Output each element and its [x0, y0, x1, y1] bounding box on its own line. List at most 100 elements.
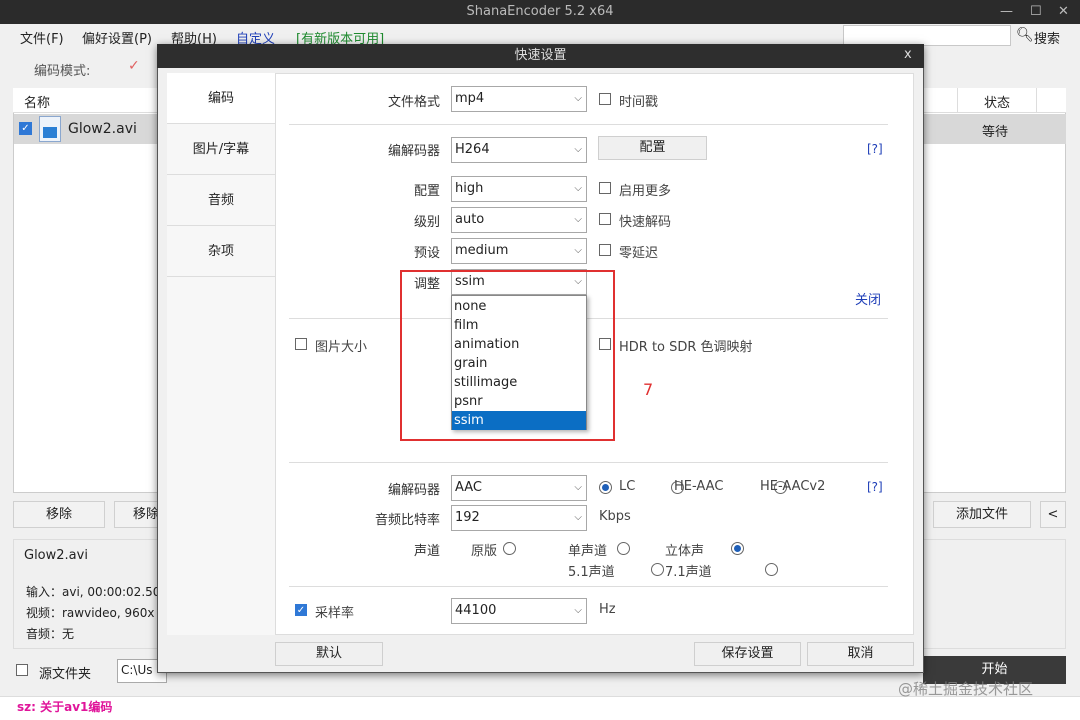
- preset-select[interactable]: medium ⌵: [451, 238, 587, 264]
- enable-more-checkbox[interactable]: [599, 182, 611, 194]
- menu-preferences[interactable]: 偏好设置(P): [82, 28, 152, 47]
- tab-picture-subtitle[interactable]: 图片/字幕: [167, 124, 275, 175]
- tab-encode[interactable]: 编码: [167, 73, 275, 124]
- ch71-radio[interactable]: [764, 563, 778, 576]
- watermark: @稀土掘金技术社区: [898, 680, 1034, 698]
- lc-radio[interactable]: [599, 481, 612, 494]
- timestamp-label: 时间戳: [619, 95, 659, 110]
- source-folder-checkbox[interactable]: [16, 664, 28, 676]
- video-config-button[interactable]: 配置: [598, 136, 707, 160]
- column-divider: [957, 88, 958, 113]
- divider: [289, 462, 888, 463]
- annotation-number: 7: [643, 380, 654, 399]
- fast-decode-label: 快速解码: [619, 215, 672, 230]
- samplerate-select[interactable]: 44100 ⌵: [451, 598, 587, 624]
- chevron-down-icon: ⌵: [574, 144, 582, 155]
- picture-size-label: 图片大小: [315, 340, 368, 355]
- default-button[interactable]: 默认: [275, 642, 383, 666]
- chevron-down-icon: ⌵: [574, 214, 582, 225]
- close-link[interactable]: 关闭: [855, 289, 881, 308]
- dialog-title: 快速设置: [157, 44, 924, 68]
- level-label: 级别: [413, 215, 440, 230]
- original-label: 原版: [471, 544, 498, 559]
- stereo-label: 立体声: [665, 544, 705, 559]
- column-divider: [1036, 88, 1037, 113]
- level-select[interactable]: auto ⌵: [451, 207, 587, 233]
- remove-all-button[interactable]: 移除: [114, 501, 162, 528]
- preset-label: 预设: [413, 246, 440, 261]
- search-icon[interactable]: 🔍︎: [1016, 27, 1034, 43]
- close-icon[interactable]: ✕: [1058, 0, 1069, 24]
- mono-radio[interactable]: [616, 542, 630, 555]
- enable-more-label: 启用更多: [619, 184, 672, 199]
- hdr-label: HDR to SDR 色调映射: [619, 340, 753, 355]
- picture-size-checkbox[interactable]: [295, 338, 307, 350]
- row-checkbox[interactable]: ✓: [19, 122, 32, 135]
- chevron-down-icon: ⌵: [574, 482, 582, 493]
- info-filename: Glow2.avi: [24, 548, 88, 563]
- remove-button[interactable]: 移除: [13, 501, 105, 528]
- row-status: 等待: [982, 125, 1009, 140]
- he-aacv2-label: HE-AACv2: [760, 479, 826, 494]
- video-codec-value: H264: [455, 142, 490, 157]
- check-icon[interactable]: ✓: [128, 58, 140, 74]
- chevron-down-icon: ⌵: [574, 183, 582, 194]
- divider: [289, 124, 888, 125]
- info-input: 输入：avi, 00:00:02.50: [26, 585, 161, 599]
- chevron-down-icon: ⌵: [574, 512, 582, 523]
- ch71-label: 7.1声道: [665, 565, 712, 580]
- tab-audio[interactable]: 音频: [167, 175, 275, 226]
- status-bar: [0, 696, 1080, 720]
- audio-codec-value: AAC: [455, 480, 482, 495]
- search-input[interactable]: [843, 25, 1011, 46]
- zero-latency-checkbox[interactable]: [599, 244, 611, 256]
- minimize-icon[interactable]: —: [1000, 0, 1013, 24]
- bitrate-unit: Kbps: [599, 509, 631, 524]
- audio-help-link[interactable]: [?]: [867, 480, 883, 494]
- status-text: sz: 关于av1编码: [17, 700, 113, 714]
- tab-misc[interactable]: 杂项: [167, 226, 275, 277]
- audio-codec-select[interactable]: AAC ⌵: [451, 475, 587, 501]
- audio-bitrate-value: 192: [455, 510, 480, 525]
- video-help-link[interactable]: [?]: [867, 142, 883, 156]
- video-codec-select[interactable]: H264 ⌵: [451, 137, 587, 163]
- ch51-label: 5.1声道: [568, 565, 615, 580]
- ch51-radio[interactable]: [650, 563, 664, 576]
- lc-label: LC: [619, 479, 636, 494]
- menu-file[interactable]: 文件(F): [20, 28, 64, 47]
- column-status[interactable]: 状态: [984, 92, 1010, 111]
- dialog-close-icon[interactable]: x: [904, 47, 912, 62]
- profile-value: high: [455, 181, 484, 196]
- maximize-icon[interactable]: ☐: [1030, 0, 1042, 24]
- preset-value: medium: [455, 243, 509, 258]
- video-codec-label: 编解码器: [387, 144, 440, 159]
- fast-decode-checkbox[interactable]: [599, 213, 611, 225]
- samplerate-unit: Hz: [599, 602, 616, 617]
- stereo-radio[interactable]: [730, 542, 744, 555]
- title-bar: ShanaEncoder 5.2 x64: [0, 0, 1080, 24]
- column-name[interactable]: 名称: [24, 92, 50, 111]
- video-file-icon: [39, 116, 61, 142]
- format-value: mp4: [455, 91, 485, 106]
- samplerate-value: 44100: [455, 603, 497, 618]
- chevron-down-icon: ⌵: [574, 605, 582, 616]
- chevron-down-icon: ⌵: [574, 93, 582, 104]
- mono-label: 单声道: [568, 544, 608, 559]
- add-file-button[interactable]: 添加文件: [933, 501, 1031, 528]
- collapse-button[interactable]: <: [1040, 501, 1066, 528]
- audio-bitrate-select[interactable]: 192 ⌵: [451, 505, 587, 531]
- info-video: 视频：rawvideo, 960x: [26, 606, 155, 620]
- channel-label: 声道: [413, 544, 440, 559]
- samplerate-checkbox[interactable]: ✓: [295, 604, 307, 616]
- audio-bitrate-label: 音频比特率: [374, 513, 440, 528]
- tab-filler: [167, 277, 275, 635]
- save-settings-button[interactable]: 保存设置: [694, 642, 801, 666]
- format-select[interactable]: mp4 ⌵: [451, 86, 587, 112]
- profile-select[interactable]: high ⌵: [451, 176, 587, 202]
- encode-mode-label: 编码模式:: [34, 64, 91, 79]
- cancel-button[interactable]: 取消: [807, 642, 914, 666]
- row-filename: Glow2.avi: [68, 121, 137, 137]
- timestamp-checkbox[interactable]: [599, 93, 611, 105]
- chevron-down-icon: ⌵: [574, 245, 582, 256]
- search-label[interactable]: 搜索: [1034, 28, 1060, 47]
